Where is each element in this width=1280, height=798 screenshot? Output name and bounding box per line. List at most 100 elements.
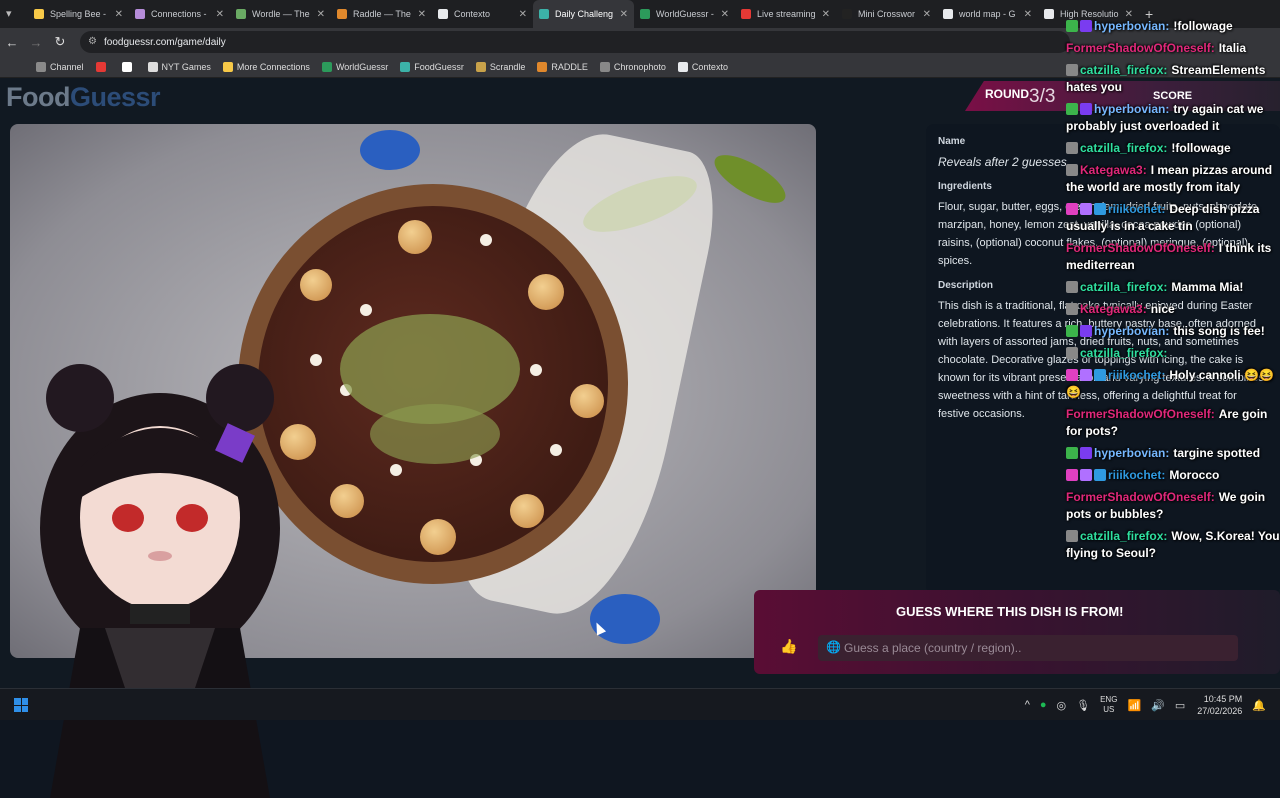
bookmark-item[interactable]: Contexto xyxy=(677,61,728,72)
tab-close-icon[interactable]: ✕ xyxy=(519,9,527,20)
tab-item[interactable]: Raddle — The ✕ xyxy=(331,0,432,28)
tab-close-icon[interactable]: ✕ xyxy=(418,9,426,20)
tab-item[interactable]: world map - G ✕ xyxy=(937,0,1038,28)
tab-close-icon[interactable]: ✕ xyxy=(115,9,123,20)
tab-close-icon[interactable]: ✕ xyxy=(620,9,628,20)
chat-username: FormerShadowOfOneself: xyxy=(1066,41,1215,55)
bookmark-item[interactable]: Scrandle xyxy=(475,61,525,72)
chat-badge-icon xyxy=(1066,530,1078,542)
microphone-icon[interactable]: 🎙 xyxy=(1076,699,1090,712)
tab-item[interactable]: Mini Crosswor ✕ xyxy=(836,0,937,28)
wifi-icon[interactable]: 📶 xyxy=(1127,699,1141,712)
chat-badge-icon xyxy=(1080,20,1092,32)
tab-label: Connections - xyxy=(151,9,207,19)
tab-favicon-icon xyxy=(943,9,953,19)
bookmark-item[interactable]: Channel xyxy=(36,61,84,72)
url-field[interactable]: ⚙ foodguessr.com/game/daily xyxy=(80,31,1070,53)
tab-item[interactable]: Daily Challeng ✕ xyxy=(533,0,634,28)
tab-item[interactable]: Connections - ✕ xyxy=(129,0,230,28)
tab-close-icon[interactable]: ✕ xyxy=(1024,9,1032,20)
embroidery-flower xyxy=(590,594,660,644)
embroidery-leaf xyxy=(707,146,793,212)
back-icon[interactable]: ← xyxy=(0,35,24,50)
tab-item[interactable]: Wordle — The ✕ xyxy=(230,0,331,28)
bookmark-label: Chronophoto xyxy=(613,61,666,72)
walnut-topping xyxy=(570,384,604,418)
chat-text: nice xyxy=(1150,302,1175,316)
tab-item[interactable]: Contexto ✕ xyxy=(432,0,533,28)
chat-username: FormerShadowOfOneself: xyxy=(1066,241,1215,255)
bookmark-label: More Connections xyxy=(236,61,310,72)
chat-badge-icon xyxy=(1094,469,1106,481)
bookmark-item[interactable] xyxy=(121,61,136,72)
clock[interactable]: 10:45 PM 27/02/2026 xyxy=(1197,693,1242,717)
walnut-topping xyxy=(330,484,364,518)
app-tray-icon[interactable]: ◎ xyxy=(1057,699,1067,712)
chat-username: FormerShadowOfOneself: xyxy=(1066,490,1215,504)
chat-badge-icon xyxy=(1066,347,1078,359)
tab-label: Live streaming xyxy=(757,9,816,19)
volume-icon[interactable]: 🔊 xyxy=(1151,699,1165,712)
bookmark-item[interactable]: FoodGuessr xyxy=(400,61,464,72)
forward-icon[interactable]: → xyxy=(24,35,48,50)
bookmark-item[interactable]: More Connections xyxy=(222,61,310,72)
bookmark-label: NYT Games xyxy=(161,61,211,72)
bookmark-item[interactable]: WorldGuessr xyxy=(321,61,388,72)
chat-badge-icon xyxy=(1066,164,1078,176)
tab-item[interactable]: Spelling Bee - ✕ xyxy=(28,0,129,28)
tab-favicon-icon xyxy=(337,9,347,19)
bookmark-item[interactable]: NYT Games xyxy=(147,61,211,72)
battery-icon[interactable]: ▭ xyxy=(1175,699,1185,712)
site-logo[interactable]: FoodGuessr xyxy=(6,82,161,113)
bookmark-item[interactable]: RADDLE xyxy=(537,61,588,72)
tab-close-icon[interactable]: ✕ xyxy=(317,9,325,20)
url-text: foodguessr.com/game/daily xyxy=(104,36,226,48)
tab-label: Spelling Bee - xyxy=(50,9,107,19)
lang-bottom: US xyxy=(1103,705,1115,714)
chat-message: Kategawa3: nice xyxy=(1066,301,1280,318)
clock-time: 10:45 PM xyxy=(1203,694,1243,704)
chat-badge-icon xyxy=(1066,325,1078,337)
chat-username: riiikochet: xyxy=(1108,368,1166,382)
chat-badge-icon xyxy=(1080,325,1092,337)
bookmark-item[interactable]: Chronophoto xyxy=(599,61,666,72)
chat-text: !followage xyxy=(1173,19,1233,33)
almond-topping xyxy=(310,354,322,366)
bookmark-favicon-icon xyxy=(95,61,106,72)
tab-close-icon[interactable]: ✕ xyxy=(216,9,224,20)
almond-topping xyxy=(530,364,542,376)
tab-favicon-icon xyxy=(741,9,751,19)
language-indicator[interactable]: ENG US xyxy=(1100,695,1117,715)
chat-username: Kategawa3: xyxy=(1080,163,1147,177)
chat-message: hyperbovian: targine spotted xyxy=(1066,445,1280,462)
tab-label: Mini Crosswor xyxy=(858,9,916,19)
bookmark-favicon-icon xyxy=(36,61,46,72)
tab-close-icon[interactable]: ✕ xyxy=(721,9,729,20)
tab-item[interactable]: WorldGuessr - ✕ xyxy=(634,0,735,28)
walnut-topping xyxy=(300,269,332,301)
chat-text: Italia xyxy=(1218,41,1247,55)
tab-close-icon[interactable]: ✕ xyxy=(822,9,830,20)
clock-date: 27/02/2026 xyxy=(1197,706,1243,716)
chat-badge-icon xyxy=(1066,281,1078,293)
chat-username: FormerShadowOfOneself: xyxy=(1066,407,1215,421)
tab-favicon-icon xyxy=(539,9,549,19)
thumbs-up-icon[interactable]: 👍 xyxy=(780,638,797,655)
chevron-up-icon[interactable]: ^ xyxy=(1025,699,1030,711)
bookmark-list: Channel NYT Games More Connections WorldGue… xyxy=(36,61,740,72)
tabs-list: Spelling Bee - ✕ Connections - ✕ Wordle — Th… xyxy=(28,0,1139,28)
chat-message: catzilla_firefox: Mamma Mia! xyxy=(1066,279,1280,296)
chat-text: this song is fee! xyxy=(1173,324,1265,338)
bookmark-item[interactable] xyxy=(95,61,110,72)
site-info-icon[interactable]: ⚙ xyxy=(88,36,97,47)
walnut-topping xyxy=(398,220,432,254)
tab-close-icon[interactable]: ✕ xyxy=(923,9,931,20)
tab-label: WorldGuessr - xyxy=(656,9,714,19)
chat-username: catzilla_firefox: xyxy=(1080,529,1168,543)
tab-search-icon[interactable]: ▾ xyxy=(6,7,20,21)
spotify-icon[interactable]: ● xyxy=(1040,699,1047,711)
notification-icon[interactable]: 🔔 xyxy=(1252,699,1266,712)
windows-start-icon[interactable] xyxy=(14,698,28,712)
tab-item[interactable]: Live streaming ✕ xyxy=(735,0,836,28)
reload-icon[interactable]: ↻ xyxy=(48,34,72,50)
